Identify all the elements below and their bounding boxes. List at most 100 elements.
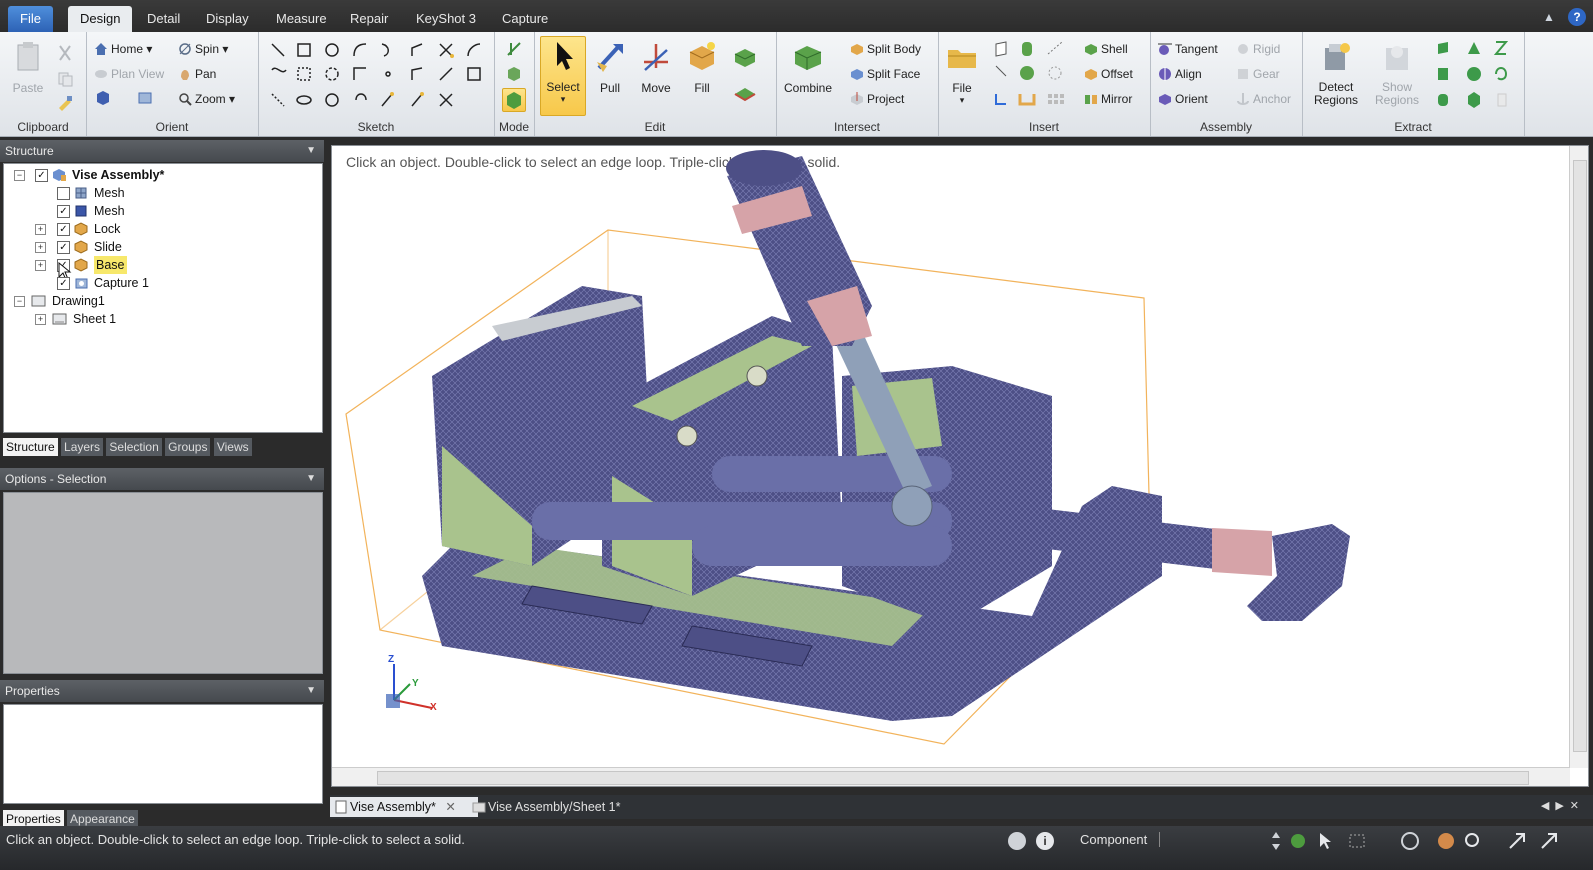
- pan-button[interactable]: Pan: [178, 63, 216, 85]
- split-body-button[interactable]: Split Body: [850, 38, 921, 60]
- combine-button[interactable]: Combine: [780, 38, 836, 95]
- tab-measure[interactable]: Measure: [264, 6, 339, 32]
- spin-button[interactable]: Spin ▾: [178, 38, 228, 60]
- sketch-mode-icon[interactable]: [505, 40, 523, 58]
- replace-icon[interactable]: [732, 44, 758, 70]
- orient-button[interactable]: Orient: [1158, 88, 1208, 110]
- detect-regions-button[interactable]: Detect Regions: [1306, 38, 1366, 107]
- format-painter-icon[interactable]: [56, 94, 74, 112]
- vertical-scroll-thumb[interactable]: [1573, 160, 1587, 752]
- structure-tree: − ✓ Vise Assembly* Mesh ✓ Mesh + ✓ Lock …: [3, 163, 323, 433]
- gear-button[interactable]: Gear: [1236, 63, 1280, 85]
- select-button[interactable]: Select ▾: [540, 36, 586, 116]
- pin-icon[interactable]: ▼: [306, 680, 316, 702]
- visibility-checkbox[interactable]: ✓: [57, 223, 70, 236]
- tab-groups[interactable]: Groups: [165, 438, 211, 456]
- tree-item-lock[interactable]: Lock: [94, 220, 120, 238]
- extract-tools-icon[interactable]: [1434, 40, 1510, 110]
- pin-icon[interactable]: ▼: [306, 140, 316, 162]
- home-icon: [95, 43, 107, 55]
- paste-icon: [17, 42, 39, 71]
- tab-selection[interactable]: Selection: [106, 438, 162, 456]
- record-icon[interactable]: [1008, 832, 1026, 850]
- sketch-tools-icon[interactable]: [266, 40, 488, 110]
- rigid-button[interactable]: Rigid: [1236, 38, 1280, 60]
- tree-item-vise-assembly[interactable]: Vise Assembly*: [72, 166, 164, 184]
- close-icon[interactable]: ✕: [445, 800, 455, 814]
- insert-primitives-icon[interactable]: [992, 40, 1068, 110]
- tree-item-capture-1[interactable]: Capture 1: [94, 274, 149, 292]
- tree-item-drawing1[interactable]: Drawing1: [52, 292, 105, 310]
- project-button[interactable]: Project: [850, 88, 904, 110]
- align-button[interactable]: Align: [1158, 63, 1202, 85]
- tweak-face-icon[interactable]: [732, 80, 758, 106]
- tree-item-slide[interactable]: Slide: [94, 238, 122, 256]
- anchor-button[interactable]: Anchor: [1236, 88, 1291, 110]
- fill-button[interactable]: Fill: [680, 38, 724, 95]
- tree-item-mesh-1[interactable]: Mesh: [94, 184, 125, 202]
- copy-icon[interactable]: [56, 70, 74, 88]
- section-mode-icon[interactable]: [505, 65, 523, 83]
- home-button[interactable]: Home ▾: [94, 38, 152, 60]
- mesh-icon: [75, 205, 87, 217]
- status-tools-icon[interactable]: [1270, 830, 1580, 852]
- doc-tab-vise-assembly[interactable]: Vise Assembly* ✕: [330, 797, 478, 817]
- tab-detail[interactable]: Detail: [135, 6, 192, 32]
- selection-filter[interactable]: Component: [1080, 832, 1161, 847]
- show-regions-button[interactable]: Show Regions: [1368, 38, 1426, 107]
- paste-button[interactable]: Paste: [6, 38, 50, 95]
- 3d-mode-button[interactable]: [502, 88, 526, 112]
- tangent-button[interactable]: Tangent: [1158, 38, 1218, 60]
- pin-icon[interactable]: ▼: [306, 468, 316, 490]
- zoom-button[interactable]: Zoom ▾: [178, 88, 235, 110]
- tab-design[interactable]: Design: [68, 6, 133, 32]
- tab-repair[interactable]: Repair: [338, 6, 400, 32]
- visibility-checkbox[interactable]: [57, 187, 70, 200]
- tab-structure[interactable]: Structure: [3, 438, 58, 456]
- collapse-icon[interactable]: −: [14, 296, 25, 307]
- 3d-viewport[interactable]: Click an object. Double-click to select …: [331, 145, 1589, 787]
- display-style-icon[interactable]: [136, 89, 154, 107]
- visibility-checkbox[interactable]: ✓: [57, 205, 70, 218]
- horizontal-scrollbar[interactable]: [332, 767, 1570, 786]
- tab-file[interactable]: File: [8, 6, 53, 32]
- tree-item-base[interactable]: Base: [94, 256, 127, 274]
- axis-y-label: Y: [412, 678, 419, 689]
- expand-icon[interactable]: +: [35, 242, 46, 253]
- tab-display[interactable]: Display: [194, 6, 261, 32]
- view-cube-icon[interactable]: [94, 89, 112, 107]
- help-icon[interactable]: ?: [1568, 8, 1586, 26]
- mirror-button[interactable]: Mirror: [1084, 88, 1132, 110]
- expand-icon[interactable]: +: [35, 260, 46, 271]
- offset-button[interactable]: Offset: [1084, 63, 1133, 85]
- split-face-button[interactable]: Split Face: [850, 63, 920, 85]
- collapse-ribbon-icon[interactable]: ▲: [1540, 8, 1558, 26]
- doc-tab-sheet-1[interactable]: Vise Assembly/Sheet 1*: [468, 797, 648, 817]
- collapse-icon[interactable]: −: [14, 170, 25, 181]
- plan-view-button[interactable]: Plan View: [94, 63, 164, 85]
- insert-file-button[interactable]: File ▾: [942, 38, 982, 106]
- shell-button[interactable]: Shell: [1084, 38, 1128, 60]
- tab-keyshot[interactable]: KeyShot 3: [404, 6, 488, 32]
- tab-layers[interactable]: Layers: [61, 438, 104, 456]
- cut-icon[interactable]: [56, 44, 74, 62]
- tree-item-mesh-2[interactable]: Mesh: [94, 202, 125, 220]
- vise-model[interactable]: [332, 146, 1588, 786]
- structure-panel-title: Structure ▼: [0, 140, 324, 162]
- axis-z-label: Z: [388, 654, 395, 665]
- expand-icon[interactable]: +: [35, 314, 46, 325]
- pull-button[interactable]: Pull: [588, 38, 632, 95]
- tab-views[interactable]: Views: [213, 438, 252, 456]
- expand-icon[interactable]: +: [35, 224, 46, 235]
- visibility-checkbox[interactable]: ✓: [57, 277, 70, 290]
- visibility-checkbox[interactable]: ✓: [57, 241, 70, 254]
- tree-item-sheet-1[interactable]: Sheet 1: [73, 310, 116, 328]
- move-button[interactable]: Move: [634, 38, 678, 95]
- info-icon[interactable]: i: [1036, 832, 1054, 850]
- tab-capture[interactable]: Capture: [490, 6, 560, 32]
- drawing-sheet-icon: [472, 802, 486, 813]
- visibility-checkbox[interactable]: ✓: [35, 169, 48, 182]
- vertical-scrollbar[interactable]: [1569, 146, 1588, 768]
- horizontal-scroll-thumb[interactable]: [377, 771, 1529, 785]
- tab-nav-icons[interactable]: ◀▶✕: [1541, 799, 1585, 812]
